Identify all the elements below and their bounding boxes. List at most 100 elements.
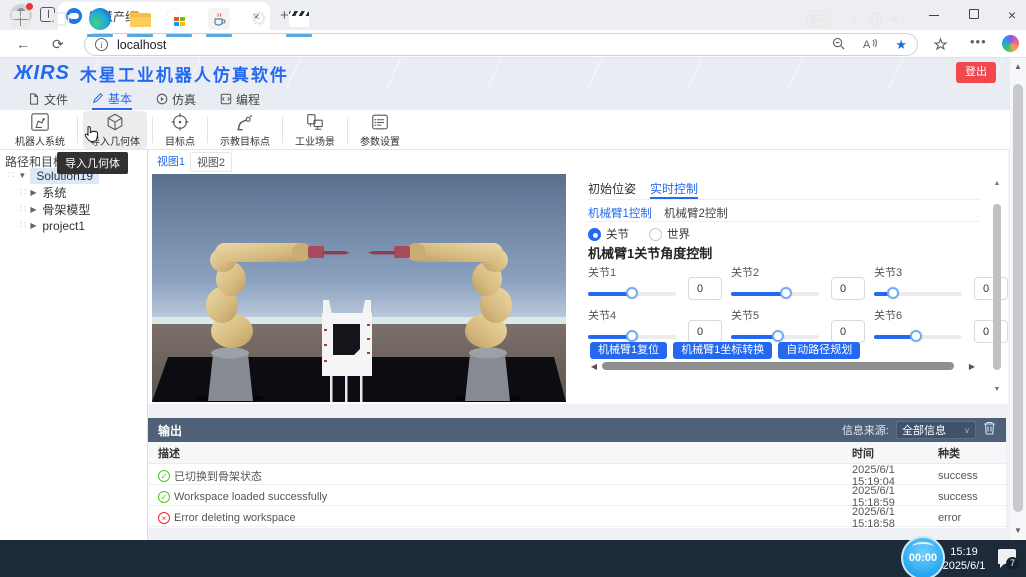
menu-tab-programming[interactable]: 编程 xyxy=(220,88,260,110)
task-view-icon[interactable] xyxy=(48,7,72,31)
copilot-icon[interactable] xyxy=(1002,35,1019,52)
java-app-icon[interactable] xyxy=(207,7,231,31)
view-tab-1[interactable]: 视图1 xyxy=(154,152,188,172)
volume-icon[interactable] xyxy=(886,7,910,31)
network-globe-icon[interactable] xyxy=(863,7,887,31)
read-aloud-icon[interactable]: A xyxy=(863,37,877,53)
output-table-header: 描述 时间 种类 xyxy=(148,442,1006,464)
widgets-icon[interactable] xyxy=(806,7,830,31)
caret-down-icon[interactable]: ▼ xyxy=(18,171,30,180)
radio-selected-icon xyxy=(588,228,601,241)
drag-handle-icon[interactable]: ∷ xyxy=(20,220,26,231)
drag-handle-icon[interactable]: ∷ xyxy=(20,187,26,198)
tool-robot-system[interactable]: 机器人系统 xyxy=(8,111,72,149)
joint-4-slider[interactable] xyxy=(588,329,676,343)
drag-handle-icon[interactable]: ∷ xyxy=(20,204,26,215)
file-explorer-icon[interactable] xyxy=(128,7,152,31)
tab-realtime-control[interactable]: 实时控制 xyxy=(650,180,698,197)
radio-world[interactable]: 世界 xyxy=(649,226,690,242)
recording-timer-bubble[interactable]: 00:00 xyxy=(901,536,945,577)
joint-3-input[interactable] xyxy=(974,277,1008,300)
back-icon[interactable]: ← xyxy=(16,36,30,52)
scroll-down-icon[interactable]: ▼ xyxy=(1010,526,1026,535)
scroll-right-icon[interactable]: ▶ xyxy=(966,362,978,371)
window-close-button[interactable]: × xyxy=(1000,8,1024,24)
success-icon: ✓ xyxy=(158,470,170,482)
joint-6-slider[interactable] xyxy=(874,329,962,343)
show-hidden-icons[interactable]: ∧ xyxy=(841,7,865,31)
joint-1-input[interactable] xyxy=(688,277,722,300)
view-tab-2[interactable]: 视图2 xyxy=(190,152,232,172)
page-scrollbar[interactable]: ▲ ▼ xyxy=(1010,58,1026,540)
menu-tab-basic[interactable]: 基本 xyxy=(92,88,132,110)
divider xyxy=(588,221,980,222)
horizontal-scroll-thumb[interactable] xyxy=(602,362,954,370)
3d-viewport[interactable] xyxy=(152,174,566,402)
zoom-out-icon[interactable] xyxy=(832,37,845,53)
joint-5-slider[interactable] xyxy=(731,329,819,343)
cursor-pointer xyxy=(84,126,100,149)
edge-browser-icon[interactable] xyxy=(88,7,112,31)
output-panel: 输出 信息来源: 全部信息 ∨ 描述 时间 种类 ✓已切换到骨架状态 2025/… xyxy=(148,418,1006,528)
tree-item-skeleton-model[interactable]: ∷ ▶ 骨架模型 xyxy=(0,201,148,218)
settings-gear-icon[interactable]: ⚙ xyxy=(247,7,271,31)
joint-2-slider[interactable] xyxy=(731,286,819,300)
screen: 智慧产线 × + × ← ⟳ i localhost A ★ ••• ЖIRS … xyxy=(0,0,1026,577)
code-icon xyxy=(220,93,232,105)
subtab-arm1-control[interactable]: 机械臂1控制 xyxy=(588,205,652,221)
joint-6-input[interactable] xyxy=(974,320,1008,343)
logo-mark-icon: Ж xyxy=(14,62,34,84)
tree-item-system[interactable]: ∷ ▶ 系统 xyxy=(0,184,148,201)
caret-right-icon[interactable]: ▶ xyxy=(30,188,42,197)
microsoft-store-icon[interactable] xyxy=(167,7,191,31)
panel-scroll-thumb[interactable] xyxy=(993,204,1001,370)
collections-icon[interactable] xyxy=(932,37,948,54)
window-minimize-button[interactable] xyxy=(922,8,946,24)
arm1-reset-button[interactable]: 机械臂1复位 xyxy=(590,342,667,359)
movies-tv-icon[interactable] xyxy=(287,7,311,31)
start-button[interactable] xyxy=(8,7,32,31)
window-restore-button[interactable] xyxy=(962,8,986,24)
toolbar-separator xyxy=(77,117,78,143)
scroll-left-icon[interactable]: ◀ xyxy=(588,362,600,371)
browser-menu-icon[interactable]: ••• xyxy=(970,34,987,49)
joint-1-slider[interactable] xyxy=(588,286,676,300)
scroll-down-icon[interactable]: ▼ xyxy=(992,386,1002,393)
refresh-icon[interactable]: ⟳ xyxy=(52,36,64,53)
toolbar: 机器人系统 导入几何体 目标点 示教目标点 工业场景 参数设置 xyxy=(0,110,1026,150)
import-geometry-icon xyxy=(105,112,125,132)
logout-button[interactable]: 登出 xyxy=(956,62,996,83)
caret-right-icon[interactable]: ▶ xyxy=(30,205,42,214)
tool-industry-scene[interactable]: 工业场景 xyxy=(288,111,342,149)
scroll-up-icon[interactable]: ▲ xyxy=(1010,62,1026,71)
radio-joint[interactable]: 关节 xyxy=(588,226,629,242)
menu-tab-simulation[interactable]: 仿真 xyxy=(156,88,196,110)
site-info-icon[interactable]: i xyxy=(95,38,108,51)
tab-initial-pose[interactable]: 初始位姿 xyxy=(588,180,636,197)
arm1-coordinate-transform-button[interactable]: 机械臂1坐标转换 xyxy=(673,342,772,359)
coordinate-mode-radios: 关节 世界 xyxy=(588,226,690,242)
message-source-select[interactable]: 全部信息 ∨ xyxy=(896,421,976,439)
log-row: ✓Workspace loaded successfully 2025/6/1 … xyxy=(148,485,1006,506)
tool-target-point[interactable]: 目标点 xyxy=(158,111,202,149)
joint-5-input[interactable] xyxy=(831,320,865,343)
drag-handle-icon[interactable]: ∷ xyxy=(8,170,14,181)
panel-horizontal-scrollbar[interactable]: ◀ ▶ xyxy=(588,361,978,371)
joint-4-input[interactable] xyxy=(688,320,722,343)
page-scroll-thumb[interactable] xyxy=(1013,84,1023,512)
tree-item-project1[interactable]: ∷ ▶ project1 xyxy=(0,217,148,234)
favorite-star-icon[interactable]: ★ xyxy=(895,37,907,53)
caret-right-icon[interactable]: ▶ xyxy=(30,221,42,230)
subtab-arm2-control[interactable]: 机械臂2控制 xyxy=(664,205,728,221)
scroll-up-icon[interactable]: ▲ xyxy=(992,180,1002,187)
auto-path-planning-button[interactable]: 自动路径规划 xyxy=(778,342,860,359)
toolbar-separator xyxy=(347,117,348,143)
tool-parameter-settings[interactable]: 参数设置 xyxy=(353,111,407,149)
tool-teach-target[interactable]: 示教目标点 xyxy=(213,111,277,149)
panel-vertical-scrollbar[interactable]: ▲ ▼ xyxy=(992,180,1002,396)
joint-3-slider[interactable] xyxy=(874,286,962,300)
joint-2-input[interactable] xyxy=(831,277,865,300)
clear-log-icon[interactable] xyxy=(983,421,996,440)
active-app-indicator xyxy=(87,34,113,37)
menu-tab-file[interactable]: 文件 xyxy=(28,88,68,110)
